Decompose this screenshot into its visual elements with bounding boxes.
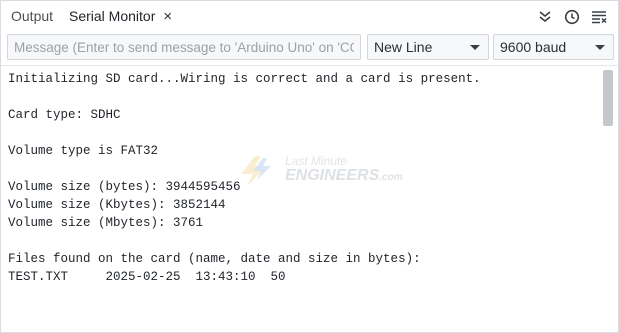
output-line: Card type: SDHC — [8, 108, 121, 122]
line-ending-select[interactable]: New Line — [367, 34, 489, 60]
line-ending-value: New Line — [374, 39, 433, 55]
baud-rate-select[interactable]: 9600 baud — [493, 34, 614, 60]
output-blank-line — [8, 88, 481, 106]
tab-serial-monitor[interactable]: Serial Monitor × — [61, 1, 180, 32]
output-line: Volume type is FAT32 — [8, 144, 159, 158]
serial-output-text: Initializing SD card...Wiring is correct… — [8, 70, 481, 286]
output-blank-line — [8, 232, 481, 250]
output-blank-line — [8, 160, 481, 178]
clear-output-icon[interactable] — [590, 8, 608, 26]
output-line: Initializing SD card...Wiring is correct… — [8, 72, 481, 86]
output-blank-line — [8, 124, 481, 142]
chevron-down-icon — [470, 45, 480, 50]
serial-monitor-panel: Output Serial Monitor × Message (Enter t… — [0, 0, 619, 333]
serial-output-area[interactable]: Last Minute ENGINEERS.com Initializing S… — [1, 65, 618, 332]
baud-rate-value: 9600 baud — [500, 39, 567, 55]
autoscroll-icon[interactable] — [536, 8, 554, 26]
output-line: Files found on the card (name, date and … — [8, 252, 421, 266]
output-line: TEST.TXT 2025-02-25 13:43:10 50 — [8, 270, 286, 284]
panel-tab-bar: Output Serial Monitor × — [1, 1, 618, 32]
message-input[interactable] — [7, 34, 361, 60]
serial-controls-row: New Line 9600 baud — [1, 32, 618, 63]
output-line: Volume size (Mbytes): 3761 — [8, 216, 204, 230]
tab-output[interactable]: Output — [11, 1, 53, 32]
tab-serial-monitor-label: Serial Monitor — [69, 8, 156, 24]
close-icon[interactable]: × — [163, 1, 172, 32]
output-scrollbar[interactable] — [603, 70, 613, 330]
timestamp-clock-icon[interactable] — [563, 8, 581, 26]
output-line: Volume size (bytes): 3944595456 — [8, 180, 241, 194]
output-line: Volume size (Kbytes): 3852144 — [8, 198, 226, 212]
chevron-down-icon — [595, 45, 605, 50]
scrollbar-thumb[interactable] — [603, 70, 613, 126]
